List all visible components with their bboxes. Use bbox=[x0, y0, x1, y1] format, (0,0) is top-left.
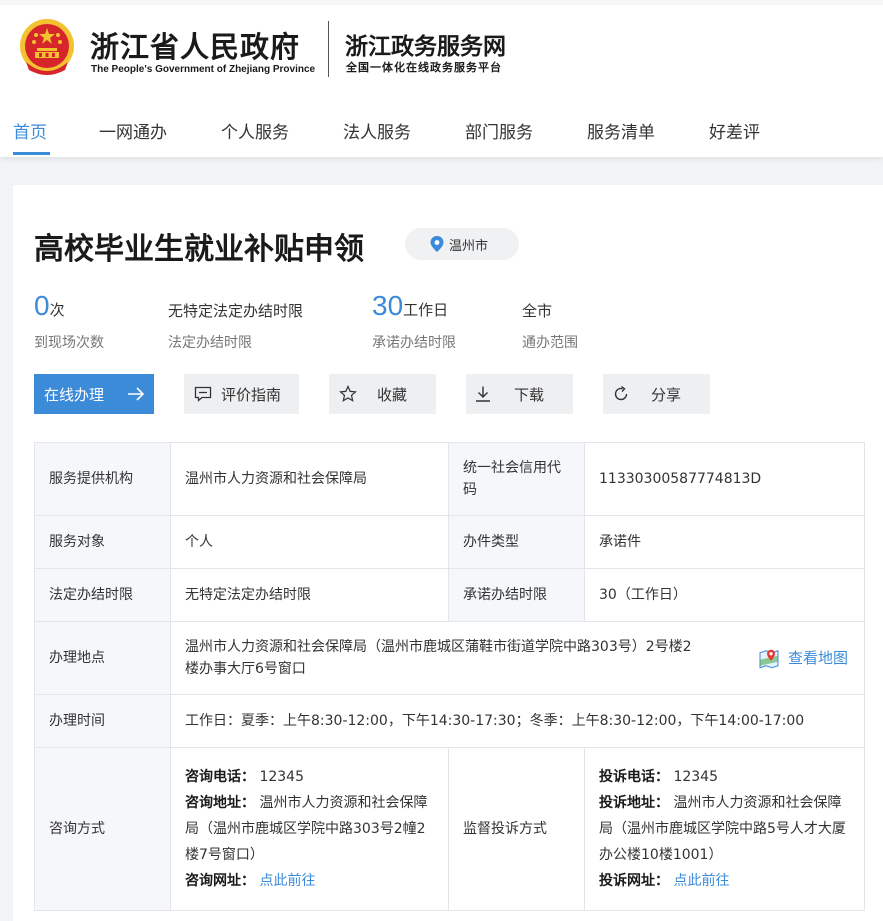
stat-scope-value: 全市 bbox=[522, 302, 553, 320]
time-value: 工作日：夏季：上午8:30-12:00，下午14:30-17:30；冬季：上午8… bbox=[170, 694, 865, 748]
nav-rating[interactable]: 好差评 bbox=[709, 118, 760, 143]
table-row: 咨询方式 咨询电话： 12345 咨询地址： 温州市人力资源和社会保障局（温州市… bbox=[34, 747, 865, 911]
time-label: 办理时间 bbox=[34, 694, 171, 748]
comment-icon bbox=[194, 386, 212, 402]
type-value: 承诺件 bbox=[584, 515, 865, 569]
portal-subtitle: 全国一体化在线政务服务平台 bbox=[346, 61, 502, 74]
stat-promise-label: 承诺办结时限 bbox=[372, 335, 456, 351]
stat-visits-label: 到现场次数 bbox=[34, 335, 104, 351]
share-icon bbox=[614, 385, 628, 401]
location-text: 温州市 bbox=[449, 239, 489, 254]
view-map-link[interactable]: 查看地图 bbox=[758, 647, 848, 670]
consult-phone-key: 咨询电话： bbox=[185, 769, 255, 785]
header-divider bbox=[328, 21, 329, 77]
portal-name: 浙江政务服务网 bbox=[345, 33, 506, 60]
download-label: 下载 bbox=[514, 386, 545, 404]
consult-url-line: 咨询网址： 点此前往 bbox=[185, 868, 434, 894]
complaint-phone: 12345 bbox=[673, 769, 718, 785]
table-row: 办理时间 工作日：夏季：上午8:30-12:00，下午14:30-17:30；冬… bbox=[34, 694, 865, 748]
stat-scope: 全市 通办范围 bbox=[522, 300, 578, 351]
top-strip bbox=[0, 0, 883, 5]
guide-button[interactable]: 评价指南 bbox=[184, 374, 299, 414]
complaint-phone-line: 投诉电话： 12345 bbox=[599, 764, 850, 790]
share-button[interactable]: 分享 bbox=[603, 374, 710, 414]
legal-limit-label: 法定办结时限 bbox=[34, 568, 171, 622]
stat-legal-limit-label: 法定办结时限 bbox=[168, 335, 252, 351]
legal-limit-value: 无特定法定办结时限 bbox=[170, 568, 449, 622]
stat-legal-limit-value: 无特定法定办结时限 bbox=[168, 302, 304, 320]
complaint-value: 投诉电话： 12345 投诉地址： 温州市人力资源和社会保障局（温州市鹿城区学院… bbox=[584, 747, 865, 911]
guide-label: 评价指南 bbox=[221, 386, 282, 404]
credit-code-label: 统一社会信用代码 bbox=[448, 442, 585, 516]
nav-active-indicator bbox=[13, 152, 50, 155]
complaint-phone-key: 投诉电话： bbox=[599, 769, 669, 785]
place-value: 温州市人力资源和社会保障局（温州市鹿城区蒲鞋市街道学院中路303号）2号楼2楼办… bbox=[185, 639, 692, 677]
arrow-right-icon bbox=[128, 387, 145, 401]
place-label: 办理地点 bbox=[34, 621, 171, 695]
stat-legal-limit: 无特定法定办结时限 法定办结时限 bbox=[168, 300, 304, 351]
complaint-url-key: 投诉网址： bbox=[599, 873, 669, 889]
target-label: 服务对象 bbox=[34, 515, 171, 569]
place-cell: 温州市人力资源和社会保障局（温州市鹿城区蒲鞋市街道学院中路303号）2号楼2楼办… bbox=[170, 621, 865, 695]
consult-phone: 12345 bbox=[259, 769, 304, 785]
consult-url-key: 咨询网址： bbox=[185, 873, 255, 889]
stat-promise-unit: 工作日 bbox=[403, 301, 449, 319]
stat-visits-unit: 次 bbox=[49, 301, 65, 319]
gov-name-en: The People's Government of Zhejiang Prov… bbox=[91, 64, 316, 75]
stat-visits: 0次 到现场次数 bbox=[34, 290, 104, 351]
site-header: 浙江省人民政府 The People's Government of Zheji… bbox=[0, 0, 883, 157]
table-row: 服务对象 个人 办件类型 承诺件 bbox=[34, 515, 865, 569]
provider-value: 温州市人力资源和社会保障局 bbox=[170, 442, 449, 516]
promise-limit-value: 30（工作日） bbox=[584, 568, 865, 622]
stat-promise-value: 30 bbox=[372, 290, 404, 321]
page-title: 高校毕业生就业补贴申领 bbox=[34, 232, 364, 267]
type-label: 办件类型 bbox=[448, 515, 585, 569]
online-apply-label: 在线办理 bbox=[44, 386, 105, 404]
complaint-url-link[interactable]: 点此前往 bbox=[673, 873, 729, 889]
service-info-table: 服务提供机构 温州市人力资源和社会保障局 统一社会信用代码 1133030058… bbox=[34, 442, 865, 911]
consult-address-key: 咨询地址： bbox=[185, 795, 255, 811]
map-icon bbox=[759, 649, 779, 668]
star-icon bbox=[339, 385, 357, 402]
stat-scope-label: 通办范围 bbox=[522, 335, 578, 351]
table-row: 服务提供机构 温州市人力资源和社会保障局 统一社会信用代码 1133030058… bbox=[34, 442, 865, 516]
consult-url-link[interactable]: 点此前往 bbox=[259, 873, 315, 889]
main-nav: 首页 一网通办 个人服务 法人服务 部门服务 服务清单 好差评 bbox=[0, 112, 883, 156]
nav-department[interactable]: 部门服务 bbox=[465, 118, 533, 143]
favorite-button[interactable]: 收藏 bbox=[329, 374, 436, 414]
nav-home[interactable]: 首页 bbox=[13, 118, 47, 143]
download-icon bbox=[476, 386, 490, 402]
location-badge[interactable]: 温州市 bbox=[405, 228, 519, 260]
table-row: 办理地点 温州市人力资源和社会保障局（温州市鹿城区蒲鞋市街道学院中路303号）2… bbox=[34, 621, 865, 695]
complaint-address-key: 投诉地址： bbox=[599, 795, 669, 811]
consult-phone-line: 咨询电话： 12345 bbox=[185, 764, 434, 790]
target-value: 个人 bbox=[170, 515, 449, 569]
nav-one-stop[interactable]: 一网通办 bbox=[99, 118, 167, 143]
gov-name: 浙江省人民政府 bbox=[90, 30, 301, 64]
table-row: 法定办结时限 无特定法定办结时限 承诺办结时限 30（工作日） bbox=[34, 568, 865, 622]
consult-address-line: 咨询地址： 温州市人力资源和社会保障局（温州市鹿城区学院中路303号2幢2楼7号… bbox=[185, 790, 434, 868]
promise-limit-label: 承诺办结时限 bbox=[448, 568, 585, 622]
credit-code-value: 11330300587774813D bbox=[584, 442, 865, 516]
consult-value: 咨询电话： 12345 咨询地址： 温州市人力资源和社会保障局（温州市鹿城区学院… bbox=[170, 747, 449, 911]
online-apply-button[interactable]: 在线办理 bbox=[34, 374, 154, 414]
nav-legal-person[interactable]: 法人服务 bbox=[343, 118, 411, 143]
nav-personal[interactable]: 个人服务 bbox=[221, 118, 289, 143]
download-button[interactable]: 下载 bbox=[466, 374, 573, 414]
provider-label: 服务提供机构 bbox=[34, 442, 171, 516]
complaint-url-line: 投诉网址： 点此前往 bbox=[599, 868, 850, 894]
location-pin-icon bbox=[430, 236, 444, 252]
nav-service-list[interactable]: 服务清单 bbox=[587, 118, 655, 143]
favorite-label: 收藏 bbox=[377, 386, 408, 404]
complaint-label: 监督投诉方式 bbox=[448, 747, 585, 911]
stat-visits-value: 0 bbox=[34, 290, 50, 321]
view-map-label: 查看地图 bbox=[787, 648, 848, 667]
national-emblem-icon bbox=[20, 19, 74, 75]
stat-promise-limit: 30工作日 承诺办结时限 bbox=[372, 290, 456, 351]
share-label: 分享 bbox=[651, 386, 682, 404]
complaint-address-line: 投诉地址： 温州市人力资源和社会保障局（温州市鹿城区学院中路5号人才大厦办公楼1… bbox=[599, 790, 850, 868]
consult-label: 咨询方式 bbox=[34, 747, 171, 911]
